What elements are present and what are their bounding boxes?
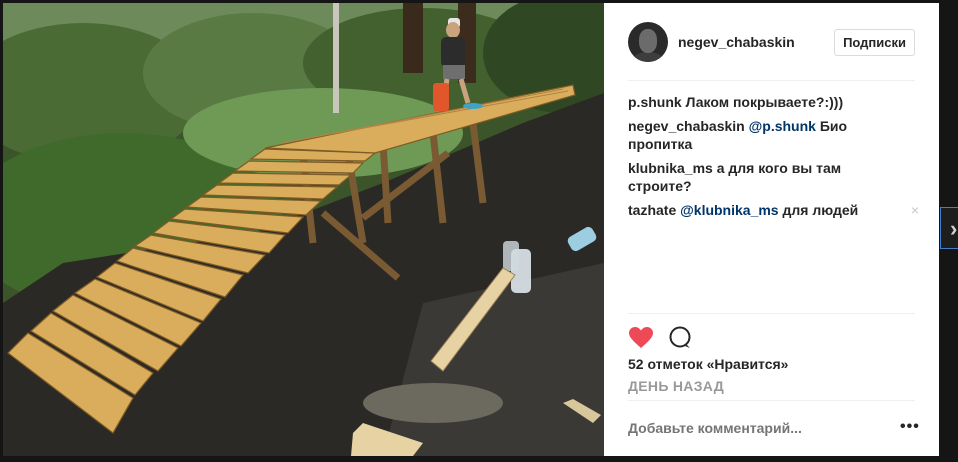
post-header: negev_chabaskin Подписки [628, 21, 915, 63]
comment-author[interactable]: negev_chabaskin [628, 118, 745, 134]
comment-mention[interactable]: @p.shunk [749, 118, 816, 134]
add-comment-input[interactable] [628, 420, 828, 436]
following-button[interactable]: Подписки [834, 28, 915, 56]
more-options-icon[interactable]: ••• [900, 418, 920, 436]
header-divider [628, 80, 915, 81]
comments-list: p.shunk Лаком покрываете?:))) negev_chab… [628, 93, 919, 225]
comment-item: tazhate @klubnika_ms для людей × [628, 201, 919, 219]
next-post-button[interactable]: › [940, 207, 958, 249]
avatar-shoulders [632, 52, 664, 62]
post-photo[interactable] [3, 3, 604, 456]
comment-author[interactable]: tazhate [628, 202, 676, 218]
comment-bubble-icon-graphic [669, 326, 691, 348]
comment-bubble-icon[interactable] [668, 326, 694, 350]
avatar[interactable] [628, 22, 668, 62]
comment-item: negev_chabaskin @p.shunk Био пропитка [628, 117, 915, 153]
comment-item: p.shunk Лаком покрываете?:))) [628, 93, 915, 111]
photo-scene [3, 3, 604, 456]
comment-input-divider [628, 400, 915, 401]
heart-icon[interactable] [628, 326, 654, 350]
comment-mention[interactable]: @klubnika_ms [680, 202, 778, 218]
comment-author[interactable]: klubnika_ms [628, 160, 713, 176]
post-timestamp[interactable]: ДЕНЬ НАЗАД [628, 378, 724, 394]
avatar-face [639, 29, 657, 53]
post-author-username[interactable]: negev_chabaskin [678, 34, 795, 50]
actions-divider [628, 313, 915, 314]
heart-icon-graphic [629, 327, 653, 348]
post-actions [628, 323, 694, 353]
chevron-right-icon: › [950, 216, 958, 241]
comment-text: для людей [782, 202, 859, 218]
comment-author[interactable]: p.shunk [628, 94, 682, 110]
likes-count[interactable]: 52 отметок «Нравится» [628, 356, 788, 372]
delete-comment-icon[interactable]: × [911, 201, 919, 219]
post-details-panel: negev_chabaskin Подписки p.shunk Лаком п… [604, 3, 939, 456]
comment-text: Лаком покрываете?:))) [685, 94, 844, 110]
comment-item: klubnika_ms а для кого вы там строите? [628, 159, 915, 195]
